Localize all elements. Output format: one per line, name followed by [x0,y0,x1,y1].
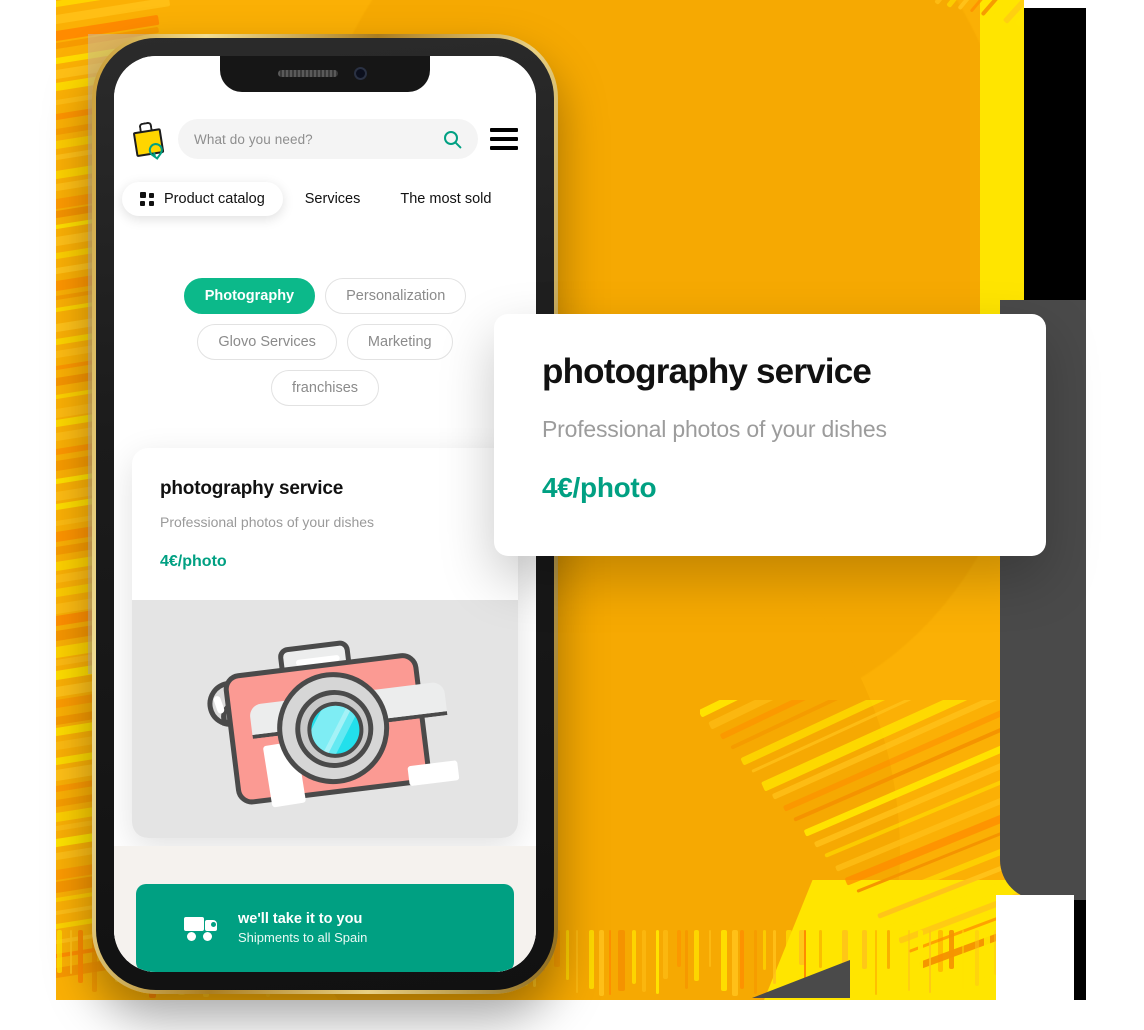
chip-franchises[interactable]: franchises [271,370,379,406]
background-streak [694,930,699,981]
background-streak [632,930,636,984]
app-header: What do you need? [114,108,536,170]
chip-personalization[interactable]: Personalization [325,278,466,314]
product-title: photography service [160,478,343,500]
background-white-margin-right [1086,0,1144,1030]
truck-wheel-shape [203,932,212,941]
popup-title: photography service [542,354,998,389]
popup-subtitle: Professional photos of your dishes [542,416,998,443]
delivery-banner-subtitle: Shipments to all Spain [238,930,367,945]
shopping-bag-pin-icon[interactable] [130,120,169,159]
chip-label: Photography [205,288,294,304]
popup-price: 4€/photo [542,472,998,504]
background-streak [618,930,625,991]
search-icon[interactable] [443,130,462,149]
product-card[interactable]: photography service Professional photos … [132,448,518,838]
bag-body-shape [133,128,165,157]
camera-right-highlight [407,760,459,786]
background-white-margin-bottom [0,1000,1144,1030]
background-streak [984,930,990,979]
background-streak [78,930,83,983]
chip-label: Marketing [368,334,432,350]
tab-bar: Product catalog Services The most sold [114,178,536,220]
delivery-banner-title: we'll take it to you [238,911,367,927]
background-white-margin-left [0,0,56,1030]
search-input[interactable]: What do you need? [178,119,478,159]
hamburger-menu-icon[interactable] [490,128,518,150]
product-price: 4€/photo [160,553,227,571]
location-pin-icon [148,143,160,155]
background-streak [663,930,667,979]
app-viewport: What do you need? Product catalog Servic… [114,56,536,972]
background-white-cut-bottom-right [996,895,1074,1005]
hamburger-bar [490,128,518,132]
background-streak [975,930,979,986]
background-streak [685,930,689,989]
background-streak [929,930,931,993]
delivery-banner[interactable]: we'll take it to you Shipments to all Sp… [136,884,514,972]
truck-cab-shape [205,920,217,931]
chip-marketing[interactable]: Marketing [347,324,453,360]
tab-services[interactable]: Services [287,182,379,216]
search-placeholder: What do you need? [194,132,435,147]
earpiece-speaker-icon [278,70,338,77]
background-streak [962,930,964,990]
phone-mockup: What do you need? Product catalog Servic… [92,34,558,994]
truck-wheel-shape [187,932,196,941]
background-dark-triangle-shadow [752,960,850,998]
background-streak [732,930,738,996]
background-streak [70,930,72,974]
background-streak [566,930,569,980]
product-image [132,600,518,838]
background-streak [862,930,866,969]
background-streak [894,930,899,998]
background-streak [740,930,744,989]
background-streak [57,930,62,973]
background-white-margin-top-right [1024,0,1144,8]
background-streak [853,930,859,975]
background-streak [875,930,878,995]
background-streak [576,930,578,993]
background-streak [599,930,605,996]
delivery-banner-texts: we'll take it to you Shipments to all Sp… [238,911,367,945]
category-chip-group: Photography Personalization Glovo Servic… [114,278,536,406]
hamburger-bar [490,146,518,150]
front-camera-icon [354,67,367,80]
featured-service-popup-card[interactable]: photography service Professional photos … [494,314,1046,556]
tab-label: Services [305,191,361,207]
background-streak [908,930,911,991]
tab-label: Product catalog [164,191,265,207]
background-streak [677,930,682,967]
chip-glovo-services[interactable]: Glovo Services [197,324,337,360]
phone-screen: What do you need? Product catalog Servic… [114,56,536,972]
hamburger-bar [490,137,518,141]
tab-label: The most sold [400,191,491,207]
background-streak [949,930,954,969]
background-streak [589,930,594,989]
phone-notch [220,56,430,92]
app-lower-section: we'll take it to you Shipments to all Sp… [114,846,536,972]
tab-the-most-sold[interactable]: The most sold [382,182,509,216]
truck-cargo-shape [184,917,204,931]
chip-label: Personalization [346,288,445,304]
background-streak [938,930,943,972]
background-streak [721,930,727,991]
camera-lens-mid-ring [291,685,378,772]
background-streak [642,930,646,992]
background-streak [918,930,922,970]
camera-lens-glass [304,699,366,761]
grid-icon [140,192,155,207]
product-subtitle: Professional photos of your dishes [160,514,374,530]
tab-product-catalog[interactable]: Product catalog [122,182,283,216]
background-streak [709,930,711,967]
background-streak [772,700,1003,800]
background-streak [887,930,890,969]
background-streak [656,930,659,994]
delivery-truck-icon [184,915,218,941]
chip-label: Glovo Services [218,334,316,350]
background-streak [609,930,611,995]
chip-label: franchises [292,380,358,396]
camera-illustration [201,622,450,817]
chip-photography[interactable]: Photography [184,278,315,314]
